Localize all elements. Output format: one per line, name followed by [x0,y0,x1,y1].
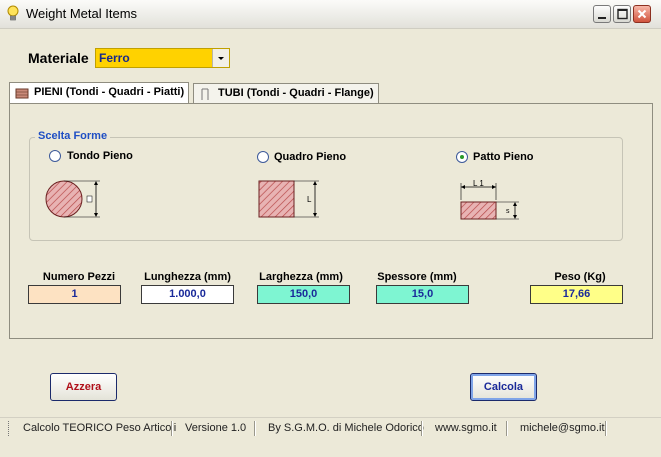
radio-quadro-pieno-label[interactable]: Quadro Pieno [274,151,346,163]
close-icon [637,9,647,19]
lunghezza-label: Lunghezza (mm) [144,271,231,283]
calcola-button[interactable]: Calcola [470,373,537,401]
status-bar: Calcolo TEORICO Peso Articoli Versione 1… [0,417,661,440]
maximize-button[interactable] [613,5,631,23]
larghezza-label: Larghezza (mm) [259,271,343,283]
spessore-label: Spessore (mm) [377,271,457,283]
window-title: Weight Metal Items [26,6,138,21]
scelta-forme-title: Scelta Forme [35,130,111,142]
radio-patto-pieno[interactable] [456,151,468,163]
app-window: Weight Metal Items Materiale Ferro PIENI… [0,0,661,457]
spessore-input[interactable]: 15,0 [376,285,469,304]
minimize-icon [598,17,606,19]
flat-bar-icon: L 1 s [460,179,519,220]
status-separator [254,421,256,436]
round-bar-icon [45,180,100,218]
status-version: Versione 1.0 [185,422,247,434]
radio-tondo-pieno[interactable] [49,150,61,162]
svg-text:L 1: L 1 [473,179,484,188]
close-button[interactable] [633,5,651,23]
lightbulb-icon [7,5,19,21]
solid-bar-icon [15,88,29,99]
square-bar-icon: L [258,180,319,218]
tab-pieni-label: PIENI (Tondi - Quadri - Piatti) [34,86,185,98]
numero-pezzi-label: Numero Pezzi [42,271,116,283]
materiale-select[interactable]: Ferro [95,48,230,68]
tab-tubi-label: TUBI (Tondi - Quadri - Flange) [218,87,374,99]
radio-patto-pieno-label[interactable]: Patto Pieno [473,151,534,163]
peso-label: Peso (Kg) [554,271,606,283]
dropdown-arrow-button[interactable] [212,49,229,67]
title-bar: Weight Metal Items [0,0,661,29]
numero-pezzi-input[interactable]: 1 [28,285,121,304]
materiale-selected-value: Ferro [99,51,130,65]
azzera-button[interactable]: Azzera [50,373,117,401]
status-separator [421,421,423,436]
maximize-icon [617,8,628,20]
tube-icon [201,88,209,100]
status-email: michele@sgmo.it [520,422,605,434]
status-app-description: Calcolo TEORICO Peso Articoli [23,422,177,434]
svg-text:L: L [307,195,312,204]
svg-text:s: s [506,208,510,215]
larghezza-input[interactable]: 150,0 [257,285,350,304]
status-separator [171,421,173,436]
lunghezza-input[interactable]: 1.000,0 [141,285,234,304]
radio-tondo-pieno-label[interactable]: Tondo Pieno [67,150,133,162]
status-separator [605,421,607,436]
tab-pieni[interactable]: PIENI (Tondi - Quadri - Piatti) [9,82,189,104]
materiale-label: Materiale [28,50,89,66]
status-grip [8,421,11,436]
peso-output: 17,66 [530,285,623,304]
radio-quadro-pieno[interactable] [257,151,269,163]
tab-tubi[interactable]: TUBI (Tondi - Quadri - Flange) [193,83,379,104]
status-author: By S.G.M.O. di Michele Odorico [268,422,424,434]
minimize-button[interactable] [593,5,611,23]
chevron-down-icon [218,57,224,60]
status-separator [506,421,508,436]
status-website: www.sgmo.it [435,422,497,434]
